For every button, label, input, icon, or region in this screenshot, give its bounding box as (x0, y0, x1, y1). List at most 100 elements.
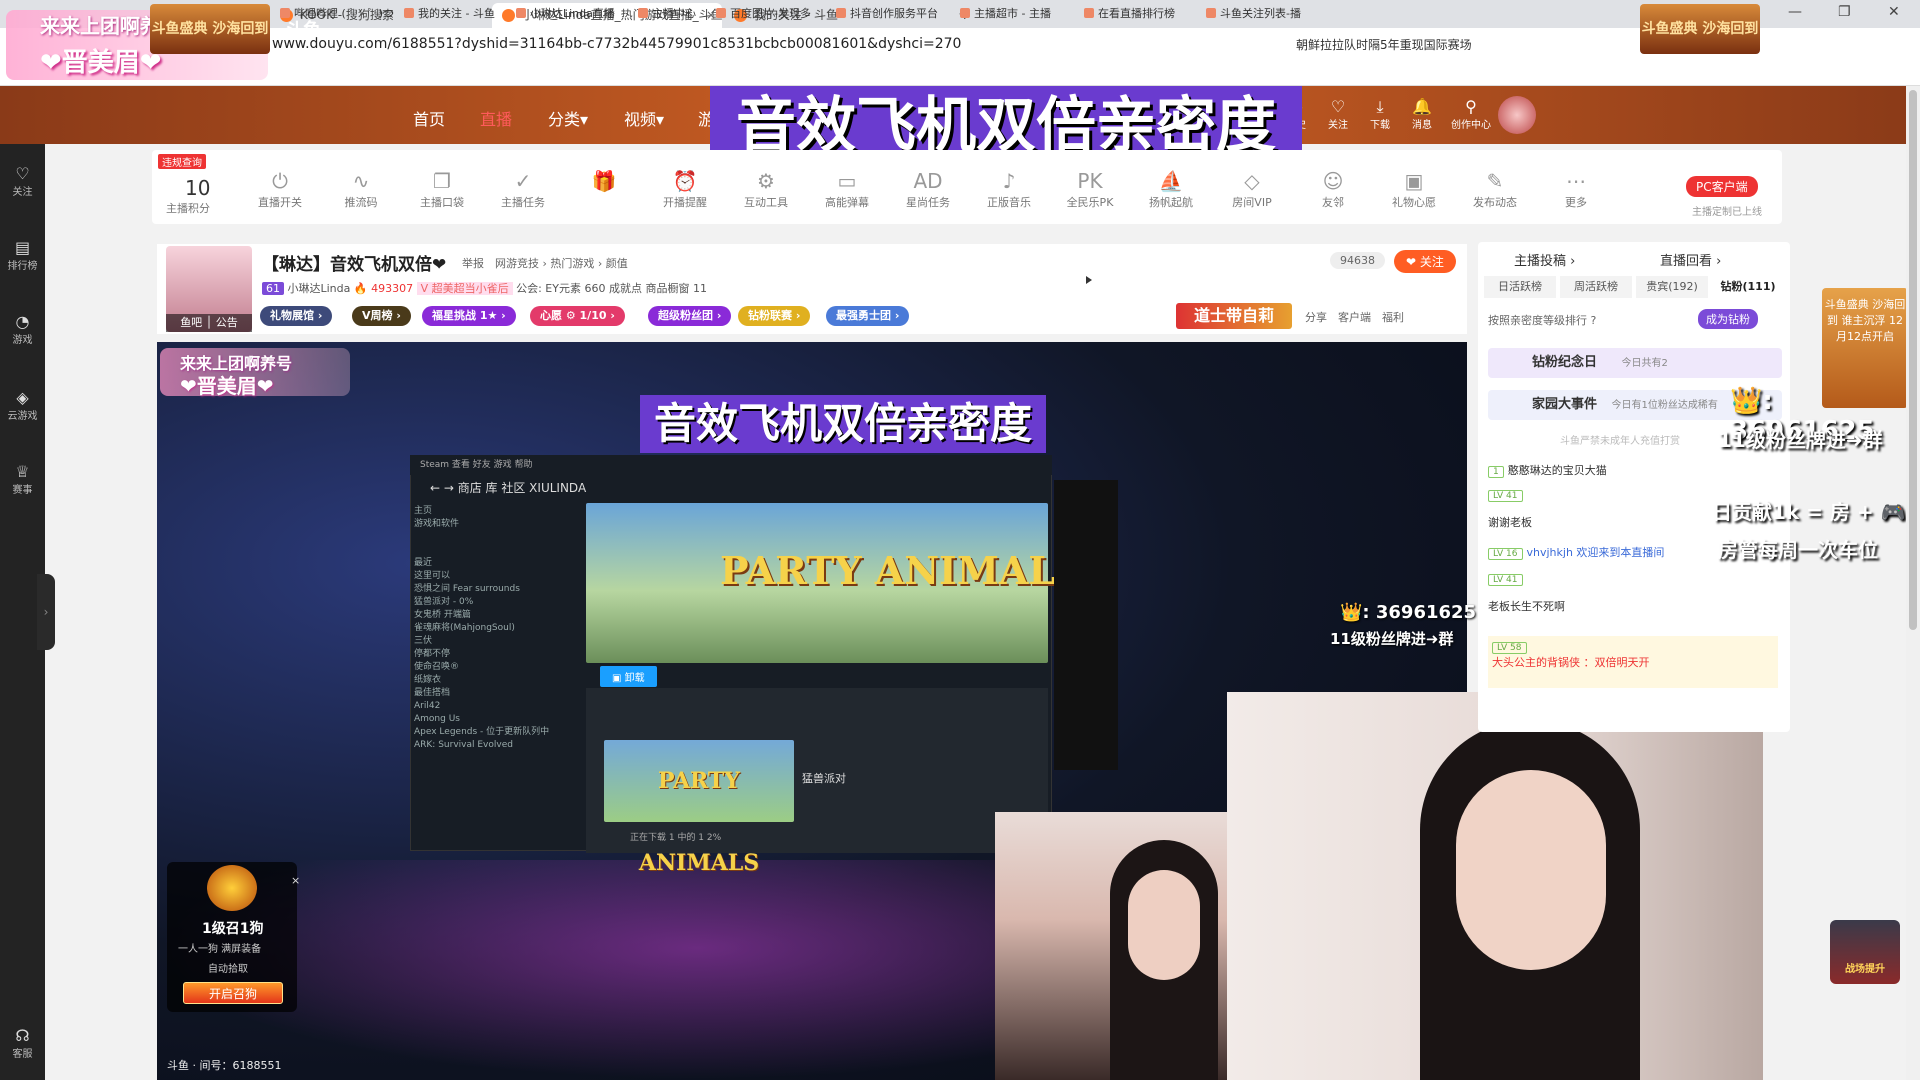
steam-library-item: 女鬼桥 开端篇 (414, 610, 471, 620)
guild[interactable]: 公会: EY元素 (516, 282, 581, 295)
nav-home[interactable]: 首页 (413, 106, 445, 130)
toolbar-tool[interactable]: ☺ 友邻 (1298, 168, 1368, 210)
toolbar-tool[interactable]: ⏰ 开播提醒 (650, 168, 720, 210)
tool-icon: ⏰ (672, 169, 698, 193)
achievement[interactable]: 660 成就点 (584, 282, 642, 295)
summon-dog-button[interactable]: 开启召狗 (183, 982, 283, 1004)
tool-label: 星尚任务 (906, 196, 950, 209)
banner-right[interactable]: 斗鱼盛典 沙海回到 (1640, 4, 1760, 54)
tab-diamond-fans[interactable]: 钻粉(111) (1712, 276, 1784, 298)
bookmark-item[interactable]: 我的关注 - 斗鱼 (404, 5, 495, 21)
room-categories[interactable]: 举报 网游竞技 › 热门游戏 › 颜值 (462, 255, 628, 271)
tab-replay[interactable]: 直播回看 › (1660, 250, 1721, 269)
pill-wish[interactable]: 心愿 ⚙ 1/10 › (530, 306, 625, 326)
toolbar-tool[interactable]: ◇ 房间VIP (1217, 168, 1287, 210)
toolbar-tool[interactable]: ⛵ 扬帆起航 (1136, 168, 1206, 210)
maximize-icon[interactable]: ❐ (1838, 4, 1851, 20)
steam-library-item: 这里可以 (414, 571, 451, 581)
tab-weekly-rank[interactable]: 周活跃榜 (1560, 276, 1632, 298)
url-input[interactable]: www.douyu.com/6188551?dyshid=31164bb-c77… (272, 36, 961, 52)
anchor-tag[interactable]: V 超美超当小雀后 (416, 282, 513, 295)
header-icon-label: 消息 (1412, 120, 1432, 131)
nav-live[interactable]: 直播 (480, 106, 512, 130)
close-icon[interactable]: × (291, 874, 300, 887)
event-ad[interactable]: 斗鱼盛典 沙海回到 谁主沉浮 12月12点开启 (1822, 288, 1908, 408)
video-overlay-fan-group-number: 👑: 36961625 (1340, 602, 1477, 623)
user-avatar[interactable] (1498, 96, 1536, 134)
header-message[interactable]: 🔔 消息 (1402, 98, 1442, 132)
nav-category[interactable]: 分类▾ (548, 106, 588, 130)
toolbar-tool[interactable]: ⏻ 直播开关 (245, 168, 315, 210)
gift-ad-banner[interactable]: 道士带自莉 (1176, 303, 1292, 329)
event-diamond-anniversary[interactable]: 钻粉纪念日 今日共有2 (1488, 348, 1782, 378)
header-creator[interactable]: ⚲ 创作中心 (1446, 98, 1496, 132)
sidebar-item-game[interactable]: ◔ 游戏 (0, 312, 45, 346)
follow-button[interactable]: ❤ 关注 (1394, 250, 1456, 273)
minimize-icon[interactable]: — (1788, 4, 1802, 20)
douyu-logo[interactable]: 斗鱼 (285, 16, 321, 42)
scrollbar-thumb[interactable] (1909, 90, 1917, 630)
search-hint[interactable]: 朝鲜拉拉队时隔5年重现国际赛场 (1296, 36, 1472, 53)
overlay-fan-badge-hint: 11级粉丝牌进➜群 (1718, 428, 1883, 452)
nav-video[interactable]: 视频▾ (624, 106, 664, 130)
toolbar-tool[interactable]: PK 全民乐PK (1055, 168, 1125, 210)
pill-super-fans[interactable]: 超级粉丝团 › (648, 306, 732, 326)
anchor-score[interactable]: 10 (185, 176, 210, 200)
bookmark-item[interactable]: 在看直播排行榜 (1084, 5, 1175, 21)
toolbar-tool[interactable]: ♪ 正版音乐 (974, 168, 1044, 210)
steam-library-list: 主页 游戏和软件 最近 这里可以 恐惧之间 Fear surrounds 猛兽派对 - 0… (414, 505, 584, 825)
download-icon: ⤓ (1376, 97, 1384, 116)
toolbar-tool[interactable]: ❐ 主播口袋 (407, 168, 477, 210)
product-showcase[interactable]: 商品橱窗 11 (645, 282, 707, 295)
sidebar-item-service[interactable]: ☊ 客服 (0, 1026, 45, 1060)
header-follow[interactable]: ♡ 关注 (1318, 98, 1358, 132)
violation-badge[interactable]: 违规查询 (158, 154, 206, 169)
bookmark-item[interactable]: 百度图片-发现多 (716, 5, 811, 21)
toolbar-tool[interactable]: ⋯ 更多 (1541, 168, 1611, 210)
banner-left[interactable]: 斗鱼盛典 沙海回到 (150, 4, 270, 54)
pill-diamond-league[interactable]: 钻粉联赛 › (738, 306, 811, 326)
anchor-name[interactable]: 小琳达Linda (288, 282, 351, 295)
toolbar-tool[interactable]: ▭ 高能弹幕 (812, 168, 882, 210)
sidebar-item-events[interactable]: ♕ 赛事 (0, 462, 45, 496)
toolbar-tool[interactable]: 🎁 (569, 168, 639, 194)
sidebar-item-cloud-game[interactable]: ◈ 云游戏 (0, 388, 45, 422)
pill-weekly-rank[interactable]: V周榜 › (352, 306, 411, 326)
webcam-small-face (1128, 870, 1200, 980)
sidebar-item-follow[interactable]: ♡ 关注 (0, 164, 45, 198)
close-icon[interactable]: × (706, 3, 716, 28)
pill-lucky-challenge[interactable]: 福星挑战 1★ › (422, 306, 516, 326)
pill-warrior-group[interactable]: 最强勇士团 › (826, 306, 910, 326)
toolbar-tool[interactable]: ✎ 发布动态 (1460, 168, 1530, 210)
header-icon-label: 下载 (1370, 120, 1390, 131)
tab-vip[interactable]: 贵宾(192) (1636, 276, 1708, 298)
window-close-icon[interactable]: ✕ (1888, 4, 1900, 20)
bookmark-item[interactable]: 主播超市 - 主播 (960, 5, 1051, 21)
tool-label: 房间VIP (1232, 196, 1272, 209)
bookmark-item[interactable]: 斗鱼关注列表-播 (1206, 5, 1301, 21)
pc-client-button[interactable]: PC客户端 (1686, 176, 1758, 197)
toolbar-tool[interactable]: ∿ 推流码 (326, 168, 396, 210)
toolbar-tool[interactable]: ✓ 主播任务 (488, 168, 558, 210)
header-download[interactable]: ⤓ 下载 (1360, 97, 1400, 132)
sidebar-item-label: 云游戏 (7, 411, 38, 422)
steam-library-item: ARK: Survival Evolved (414, 740, 513, 750)
bookmark-item[interactable]: 主播中心 (638, 5, 696, 21)
battle-ad[interactable]: 战场提升 (1830, 920, 1900, 984)
room-avatar-footer[interactable]: 鱼吧 │ 公告 (166, 314, 252, 332)
toolbar-tool[interactable]: ▣ 礼物心愿 (1379, 168, 1449, 210)
sidebar-expand-arrow[interactable]: › (37, 574, 55, 650)
tab-anchor-submit[interactable]: 主播投稿 › (1514, 250, 1575, 269)
toolbar-tool[interactable]: AD 星尚任务 (893, 168, 963, 210)
bookmark-item[interactable]: 抖音创作服务平台 (836, 5, 938, 21)
headset-icon: ☊ (15, 1026, 30, 1045)
sidebar-item-rank[interactable]: ▤ 排行榜 (0, 238, 45, 272)
room-tools[interactable]: 分享 客户端 福利 (1305, 309, 1404, 325)
tab-daily-rank[interactable]: 日活跃榜 (1484, 276, 1556, 298)
heat-count: 🔥 493307 (353, 282, 414, 295)
level-badge: LV 41 (1488, 574, 1523, 586)
pill-gift-hall[interactable]: 礼物展馆 › (260, 306, 333, 326)
toolbar-tool[interactable]: ⚙ 互动工具 (731, 168, 801, 210)
bookmark-item[interactable]: 小琳达Linda直播 (516, 5, 615, 21)
become-fan-button[interactable]: 成为钻粉 (1698, 309, 1758, 329)
